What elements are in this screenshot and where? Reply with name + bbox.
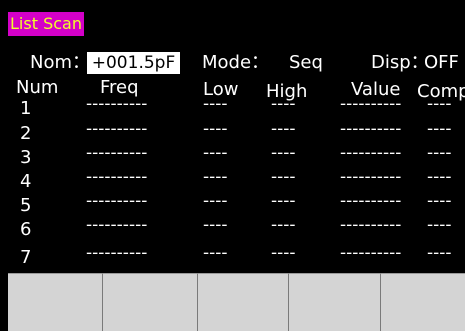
softkey-3[interactable] bbox=[198, 273, 289, 331]
row-num: 4 bbox=[20, 171, 32, 192]
nom-value-field[interactable]: +001.5pF bbox=[87, 52, 180, 74]
row-value: ---------- bbox=[340, 191, 402, 211]
row-value: ---------- bbox=[340, 243, 402, 263]
row-low: ---- bbox=[203, 191, 228, 211]
disp-value[interactable]: OFF bbox=[424, 53, 459, 73]
row-comp: ---- bbox=[427, 119, 452, 139]
softkey-5[interactable] bbox=[381, 273, 465, 331]
row-num: 1 bbox=[20, 98, 32, 119]
row-value: ---------- bbox=[340, 94, 402, 114]
row-freq: ---------- bbox=[86, 191, 148, 211]
row-low: ---- bbox=[203, 243, 228, 263]
row-comp: ---- bbox=[427, 191, 452, 211]
row-num: 3 bbox=[20, 147, 32, 168]
row-freq: ---------- bbox=[86, 94, 148, 114]
row-comp: ---- bbox=[427, 243, 452, 263]
column-header-num: Num bbox=[16, 77, 59, 98]
list-scan-screen: List Scan Nom： +001.5pF Mode： Seq Disp： … bbox=[0, 0, 465, 331]
mode-value[interactable]: Seq bbox=[289, 53, 323, 73]
row-low: ---- bbox=[203, 143, 228, 163]
row-comp: ---- bbox=[427, 143, 452, 163]
row-num: 5 bbox=[20, 195, 32, 216]
row-low: ---- bbox=[203, 94, 228, 114]
softkey-2[interactable] bbox=[103, 273, 198, 331]
row-freq: ---------- bbox=[86, 143, 148, 163]
row-high: ---- bbox=[271, 94, 296, 114]
row-value: ---------- bbox=[340, 143, 402, 163]
row-high: ---- bbox=[271, 191, 296, 211]
disp-label: Disp： bbox=[371, 52, 429, 73]
row-low: ---- bbox=[203, 167, 228, 187]
row-low: ---- bbox=[203, 215, 228, 235]
row-comp: ---- bbox=[427, 94, 452, 114]
page-title: List Scan bbox=[8, 12, 84, 36]
row-high: ---- bbox=[271, 215, 296, 235]
row-value: ---------- bbox=[340, 215, 402, 235]
row-freq: ---------- bbox=[86, 215, 148, 235]
row-value: ---------- bbox=[340, 167, 402, 187]
softkey-1[interactable] bbox=[8, 273, 103, 331]
row-num: 6 bbox=[20, 219, 32, 240]
softkey-4[interactable] bbox=[289, 273, 381, 331]
mode-label: Mode： bbox=[202, 52, 270, 73]
softkey-bar bbox=[8, 273, 465, 331]
row-comp: ---- bbox=[427, 215, 452, 235]
row-freq: ---------- bbox=[86, 119, 148, 139]
row-comp: ---- bbox=[427, 167, 452, 187]
row-high: ---- bbox=[271, 243, 296, 263]
row-num: 2 bbox=[20, 123, 32, 144]
row-freq: ---------- bbox=[86, 167, 148, 187]
row-value: ---------- bbox=[340, 119, 402, 139]
row-low: ---- bbox=[203, 119, 228, 139]
row-high: ---- bbox=[271, 167, 296, 187]
row-high: ---- bbox=[271, 143, 296, 163]
nom-label: Nom： bbox=[30, 52, 91, 73]
row-high: ---- bbox=[271, 119, 296, 139]
row-num: 7 bbox=[20, 247, 32, 268]
row-freq: ---------- bbox=[86, 243, 148, 263]
